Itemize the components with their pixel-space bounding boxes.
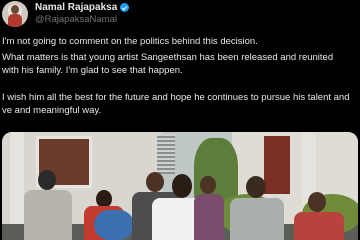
avatar[interactable] <box>2 1 28 27</box>
tweet-paragraph-1: I'm not going to comment on the politics… <box>2 36 258 47</box>
tweet-paragraph-3: I wish him all the best for the future a… <box>2 92 350 116</box>
tweet: Namal Rajapaksa @RajapaksaNamal I'm not … <box>0 0 360 240</box>
tweet-photo[interactable] <box>2 132 358 240</box>
author-display-name[interactable]: Namal Rajapaksa <box>35 2 117 14</box>
author-names: Namal Rajapaksa @RajapaksaNamal <box>35 2 130 26</box>
author-handle[interactable]: @RajapaksaNamal <box>35 14 129 26</box>
tweet-header: Namal Rajapaksa @RajapaksaNamal <box>2 0 130 28</box>
verified-badge-icon <box>120 3 130 13</box>
tweet-paragraph-2: What matters is that young artist Sangee… <box>2 52 334 76</box>
